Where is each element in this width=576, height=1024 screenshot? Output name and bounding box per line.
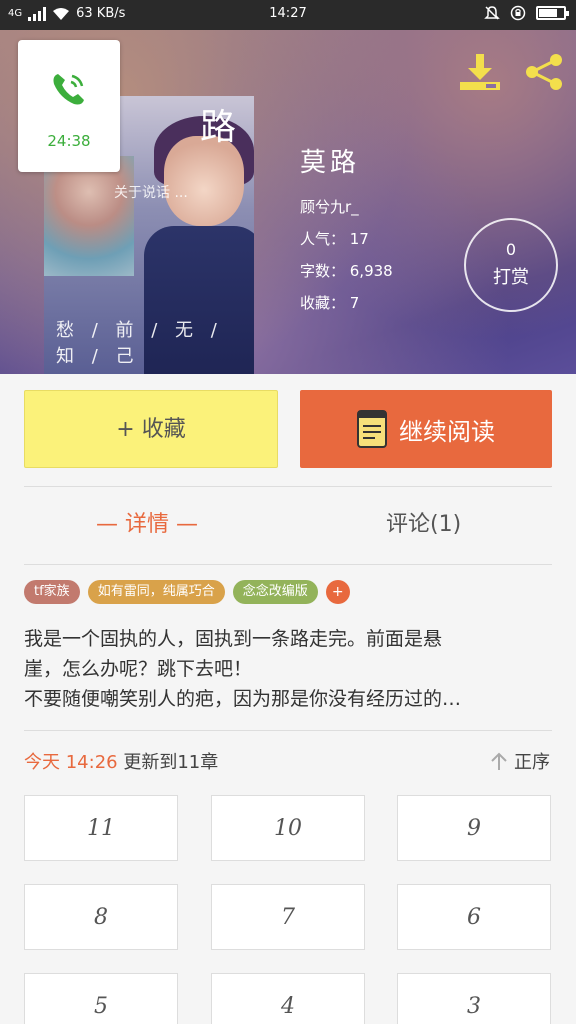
sort-label: 正序 <box>514 752 550 773</box>
battery-icon <box>536 6 569 20</box>
chapter-button[interactable]: 5 <box>24 973 178 1024</box>
sort-button[interactable]: 正序 <box>490 748 550 774</box>
chapter-button[interactable]: 7 <box>211 884 365 950</box>
update-info: 今天 14:26 更新到11章 <box>24 748 218 774</box>
call-widget[interactable]: 24:38 <box>18 40 120 172</box>
chapter-button[interactable]: 10 <box>211 795 365 861</box>
tag[interactable]: 如有雷同，纯属巧合 <box>87 580 225 604</box>
update-time: 今天 14:26 <box>24 752 118 773</box>
reward-button[interactable]: 0 打赏 <box>464 218 558 312</box>
chapter-button[interactable]: 9 <box>397 795 551 861</box>
download-icon[interactable] <box>458 52 502 92</box>
chapter-button[interactable]: 3 <box>397 973 551 1024</box>
book-name: 莫路 <box>300 148 361 178</box>
book-favorites: 收藏： 7 <box>300 294 360 312</box>
phone-call-icon <box>53 74 84 105</box>
cover-title: 路 <box>199 107 236 148</box>
book-author[interactable]: 顾兮九r_ <box>300 191 393 223</box>
description-line: 不要随便嘲笑别人的疤，因为那是你没有经历过的… <box>24 688 462 710</box>
cover-photo-girl <box>44 156 134 276</box>
book-info: 莫路 顾兮九r_ 人气： 17 字数： 6,938 收藏： 7 <box>300 142 393 319</box>
tag-list: tf家族 如有雷同，纯属巧合 念念改编版 + <box>24 580 350 604</box>
book-description[interactable]: 我是一个固执的人，固执到一条路走完。前面是悬 崖，怎么办呢？跳下去吧！ 不要随便… <box>24 624 552 714</box>
description-line: 崖，怎么办呢？跳下去吧！ <box>24 658 253 680</box>
book-word-count: 字数： 6,938 <box>300 262 393 280</box>
share-icon[interactable] <box>522 52 566 92</box>
update-text: 更新到11章 <box>117 752 219 773</box>
status-right <box>484 5 569 21</box>
rotation-lock-icon <box>510 5 526 21</box>
tag[interactable]: 念念改编版 <box>232 580 318 604</box>
continue-reading-label: 继续阅读 <box>399 417 495 446</box>
divider <box>24 564 552 565</box>
chapter-button[interactable]: 6 <box>397 884 551 950</box>
mute-bell-icon <box>484 6 500 20</box>
book-popularity: 人气： 17 <box>300 230 369 248</box>
add-tag-button[interactable]: + <box>325 580 350 604</box>
arrow-up-icon <box>491 752 507 770</box>
chapter-button[interactable]: 11 <box>24 795 178 861</box>
book-icon <box>357 410 387 448</box>
tab-detail[interactable]: — 详情 — <box>96 500 198 550</box>
chapter-button[interactable]: 4 <box>211 973 365 1024</box>
reward-count: 0 <box>505 240 517 259</box>
divider <box>24 486 552 487</box>
description-line: 我是一个固执的人，固执到一条路走完。前面是悬 <box>24 628 443 650</box>
call-duration: 24:38 <box>47 132 91 150</box>
reward-label: 打赏 <box>493 267 529 288</box>
tag[interactable]: tf家族 <box>24 580 80 604</box>
add-favorite-button[interactable]: + 收藏 <box>24 390 278 468</box>
chapter-button[interactable]: 8 <box>24 884 178 950</box>
status-bar: 4G 63 KB/s 14:27 <box>0 0 576 30</box>
divider <box>24 730 552 731</box>
continue-reading-button[interactable]: 继续阅读 <box>300 390 552 468</box>
tab-comments[interactable]: 评论(1) <box>386 500 461 550</box>
cover-bottom-text: 愁 / 前 / 无 / 知 / 己 <box>56 320 223 367</box>
cover-mid-text: 关于说话 ... <box>114 185 188 201</box>
